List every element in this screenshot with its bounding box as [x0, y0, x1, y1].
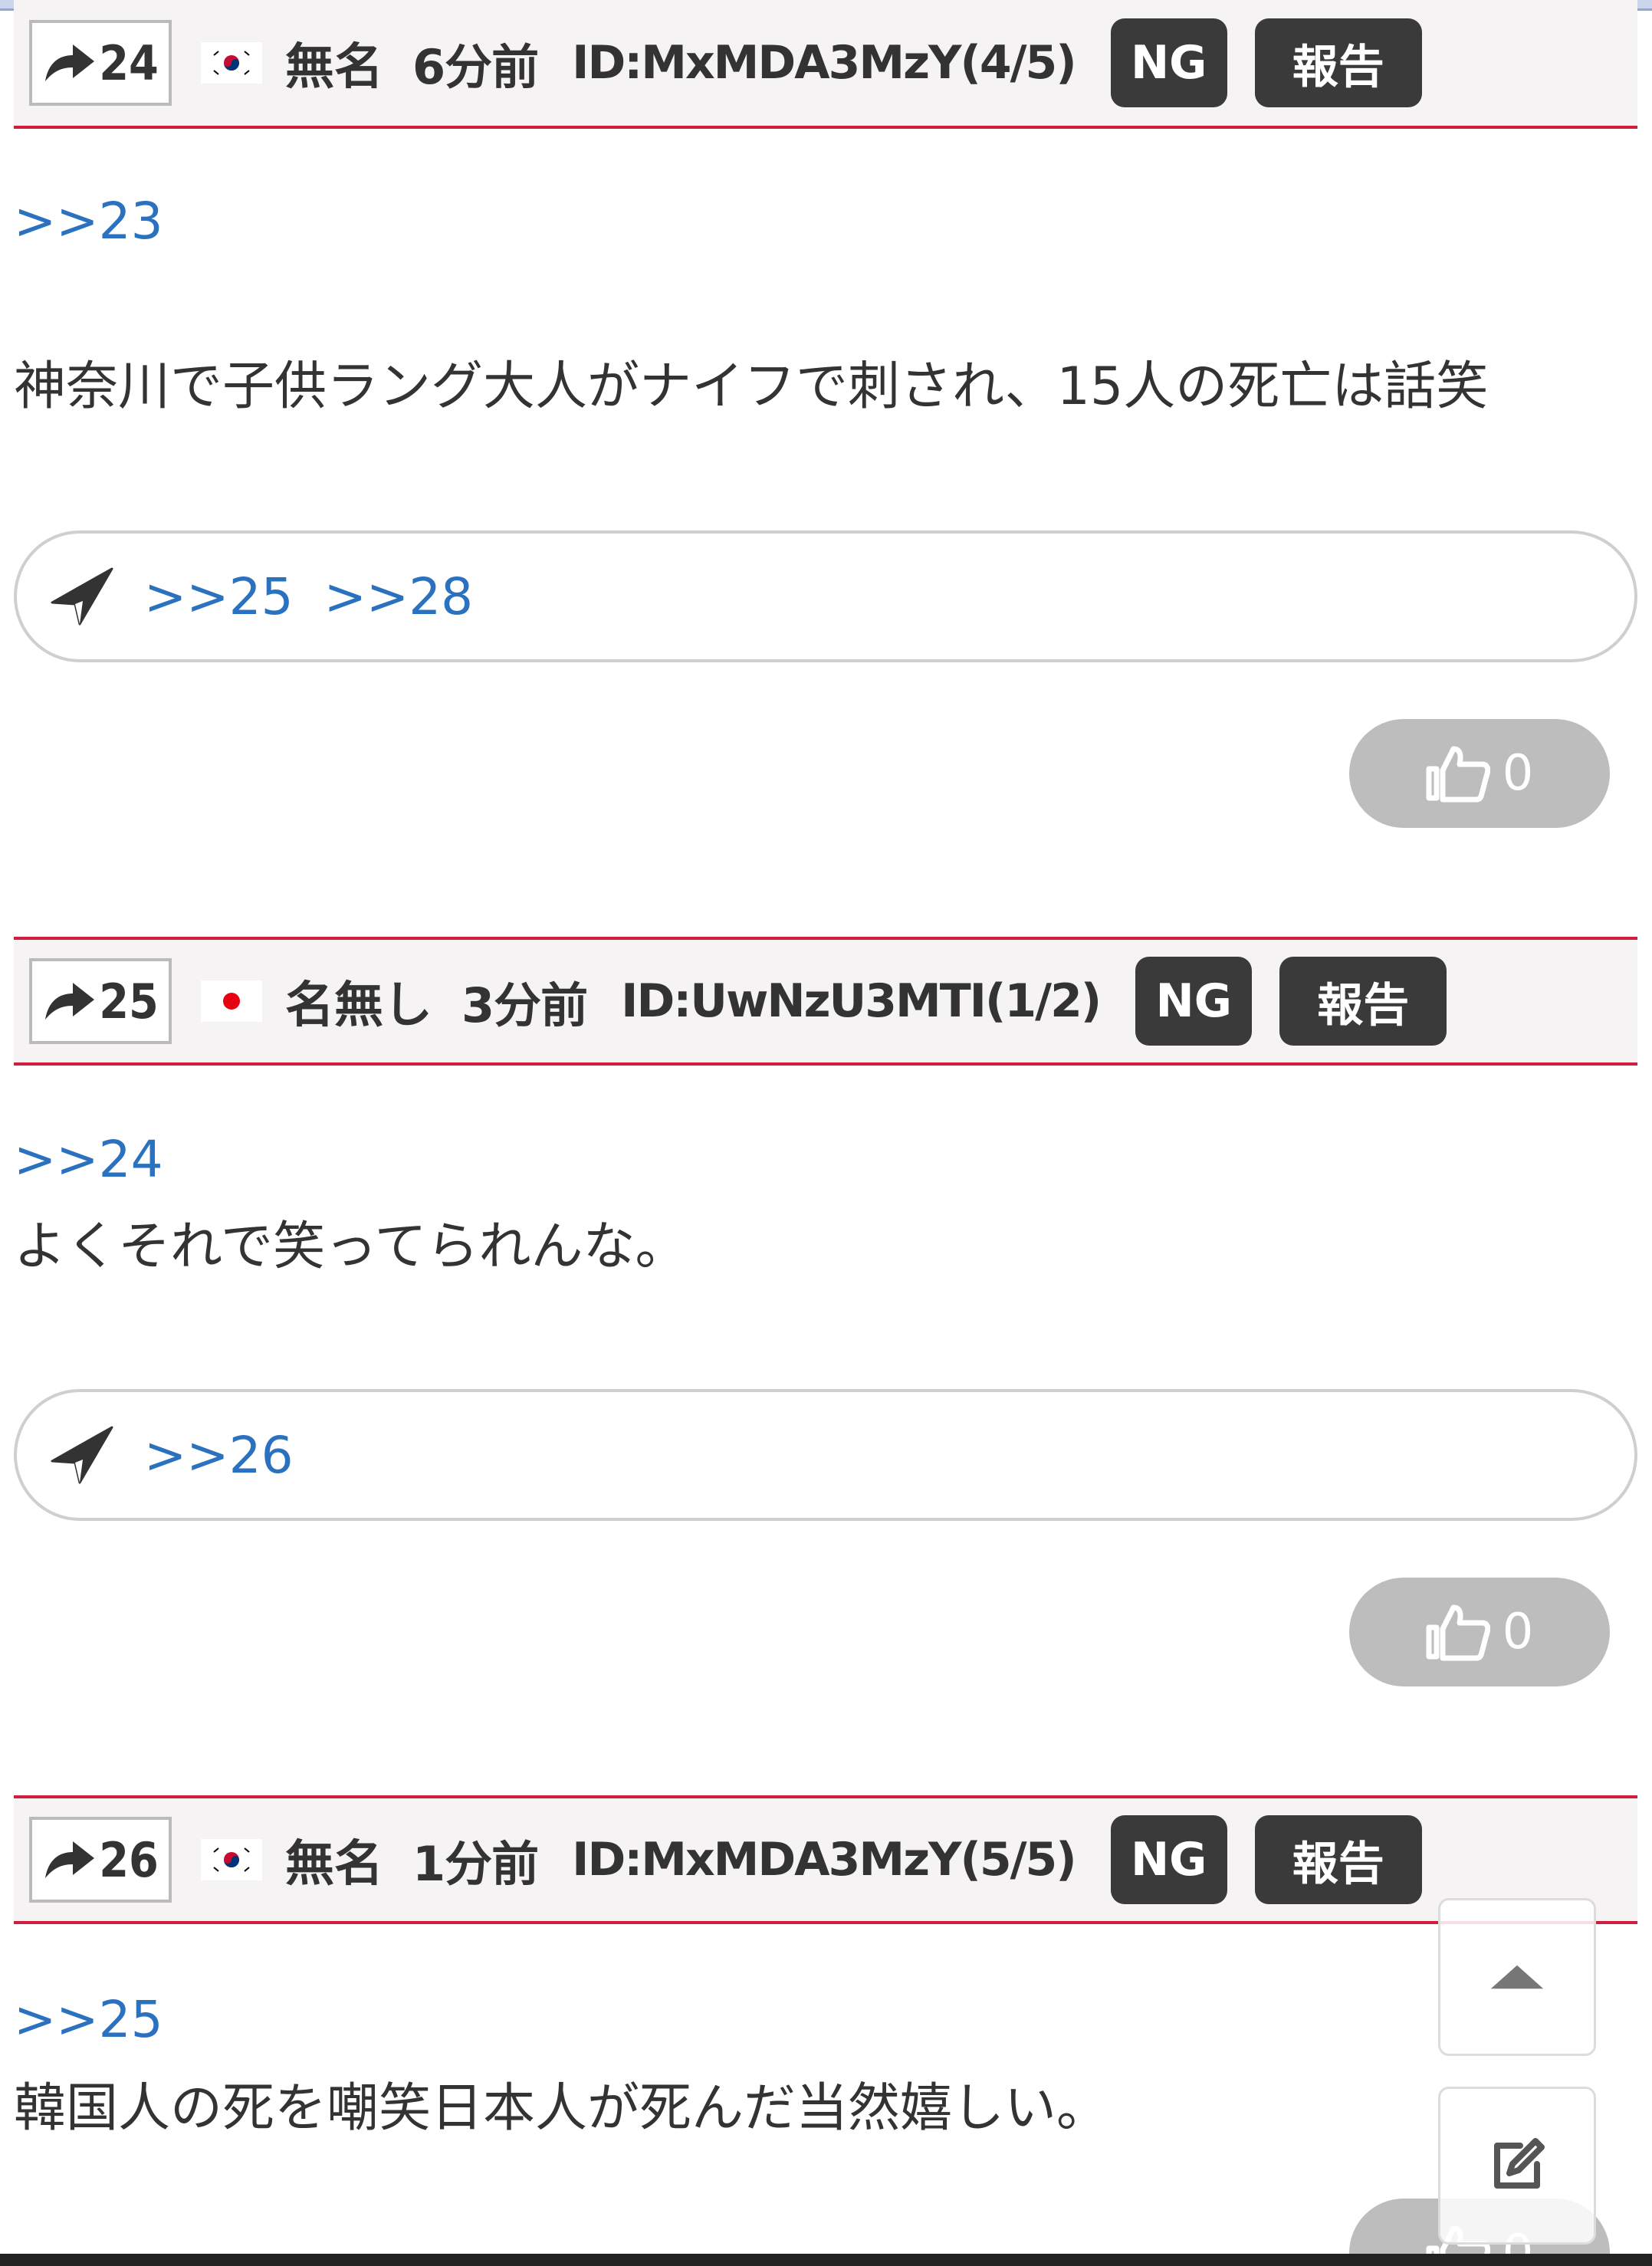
- post-body: 神奈川で子供ラング大人がナイフで刺され、15人の死亡は話笑: [14, 356, 1489, 417]
- report-button[interactable]: 報告: [1279, 957, 1447, 1046]
- poster-id[interactable]: ID:UwNzU3MTI(1/2): [621, 974, 1102, 1028]
- reply-number-button[interactable]: 24: [29, 20, 172, 106]
- thumbs-up-icon: [1426, 1604, 1490, 1661]
- report-button[interactable]: 報告: [1254, 1815, 1422, 1904]
- reply-arrow-icon: [45, 1841, 95, 1878]
- replies-box: >>25 >>28: [14, 530, 1637, 662]
- poster-id[interactable]: ID:MxMDA3MzY(4/5): [572, 36, 1077, 90]
- ng-button[interactable]: NG: [1110, 18, 1227, 107]
- triangle-up-icon: [1490, 1965, 1544, 1989]
- reply-number-button[interactable]: 25: [29, 958, 172, 1044]
- post-header-25: 25 名無し 3分前 ID:UwNzU3MTI(1/2) NG 報告: [14, 937, 1637, 1066]
- like-count: 0: [1502, 745, 1534, 802]
- anchor-link[interactable]: >>23: [14, 192, 163, 251]
- korea-flag-icon: [201, 42, 262, 84]
- poster-name: 無名: [285, 1836, 383, 1893]
- thread-page: した 24 無名 6分前 ID:MxMDA3MzY(4/5) NG 報告 >>2…: [0, 0, 1652, 2266]
- poster-name: 無名: [285, 39, 383, 96]
- poster-name: 名無し: [285, 977, 432, 1034]
- edit-icon: [1494, 2138, 1545, 2189]
- thumbs-up-icon: [1426, 746, 1490, 803]
- replies-box: >>26: [14, 1389, 1637, 1521]
- post-time: 1分前: [412, 1836, 539, 1892]
- post-time: 3分前: [461, 977, 588, 1033]
- ng-button[interactable]: NG: [1110, 1815, 1227, 1904]
- reply-link[interactable]: >>28: [324, 567, 474, 626]
- poster-id[interactable]: ID:MxMDA3MzY(5/5): [572, 1833, 1077, 1887]
- reply-arrow-icon: [45, 44, 95, 81]
- post-number: 25: [99, 973, 159, 1030]
- bottom-bar: [0, 2254, 1652, 2266]
- report-button[interactable]: 報告: [1254, 18, 1422, 107]
- reply-arrow-icon: [45, 983, 95, 1020]
- send-icon: [51, 567, 113, 626]
- reply-link[interactable]: >>26: [144, 1426, 294, 1485]
- post-number: 26: [99, 1831, 159, 1888]
- post-header-26: 26 無名 1分前 ID:MxMDA3MzY(5/5) NG 報告: [14, 1795, 1637, 1924]
- reply-number-button[interactable]: 26: [29, 1817, 172, 1903]
- anchor-link[interactable]: >>25: [14, 1990, 163, 2049]
- korea-flag-icon: [201, 1839, 262, 1880]
- compose-button[interactable]: [1438, 2087, 1596, 2245]
- post-body: よくそれで笑ってられんな。: [14, 1217, 688, 1277]
- post-header-24: 24 無名 6分前 ID:MxMDA3MzY(4/5) NG 報告: [14, 0, 1637, 129]
- ng-button[interactable]: NG: [1135, 957, 1253, 1046]
- post-time: 6分前: [412, 39, 539, 95]
- send-icon: [51, 1426, 113, 1484]
- reply-link[interactable]: >>25: [144, 567, 294, 626]
- like-count: 0: [1502, 1604, 1534, 1660]
- like-button[interactable]: 0: [1349, 719, 1610, 828]
- scroll-top-button[interactable]: [1438, 1898, 1596, 2056]
- japan-flag-icon: [201, 980, 262, 1022]
- post-number: 24: [99, 34, 159, 91]
- like-button[interactable]: 0: [1349, 1578, 1610, 1686]
- post-body: 韓国人の死を嘲笑日本人が死んだ当然嬉しい。: [14, 2078, 1109, 2139]
- anchor-link[interactable]: >>24: [14, 1130, 163, 1189]
